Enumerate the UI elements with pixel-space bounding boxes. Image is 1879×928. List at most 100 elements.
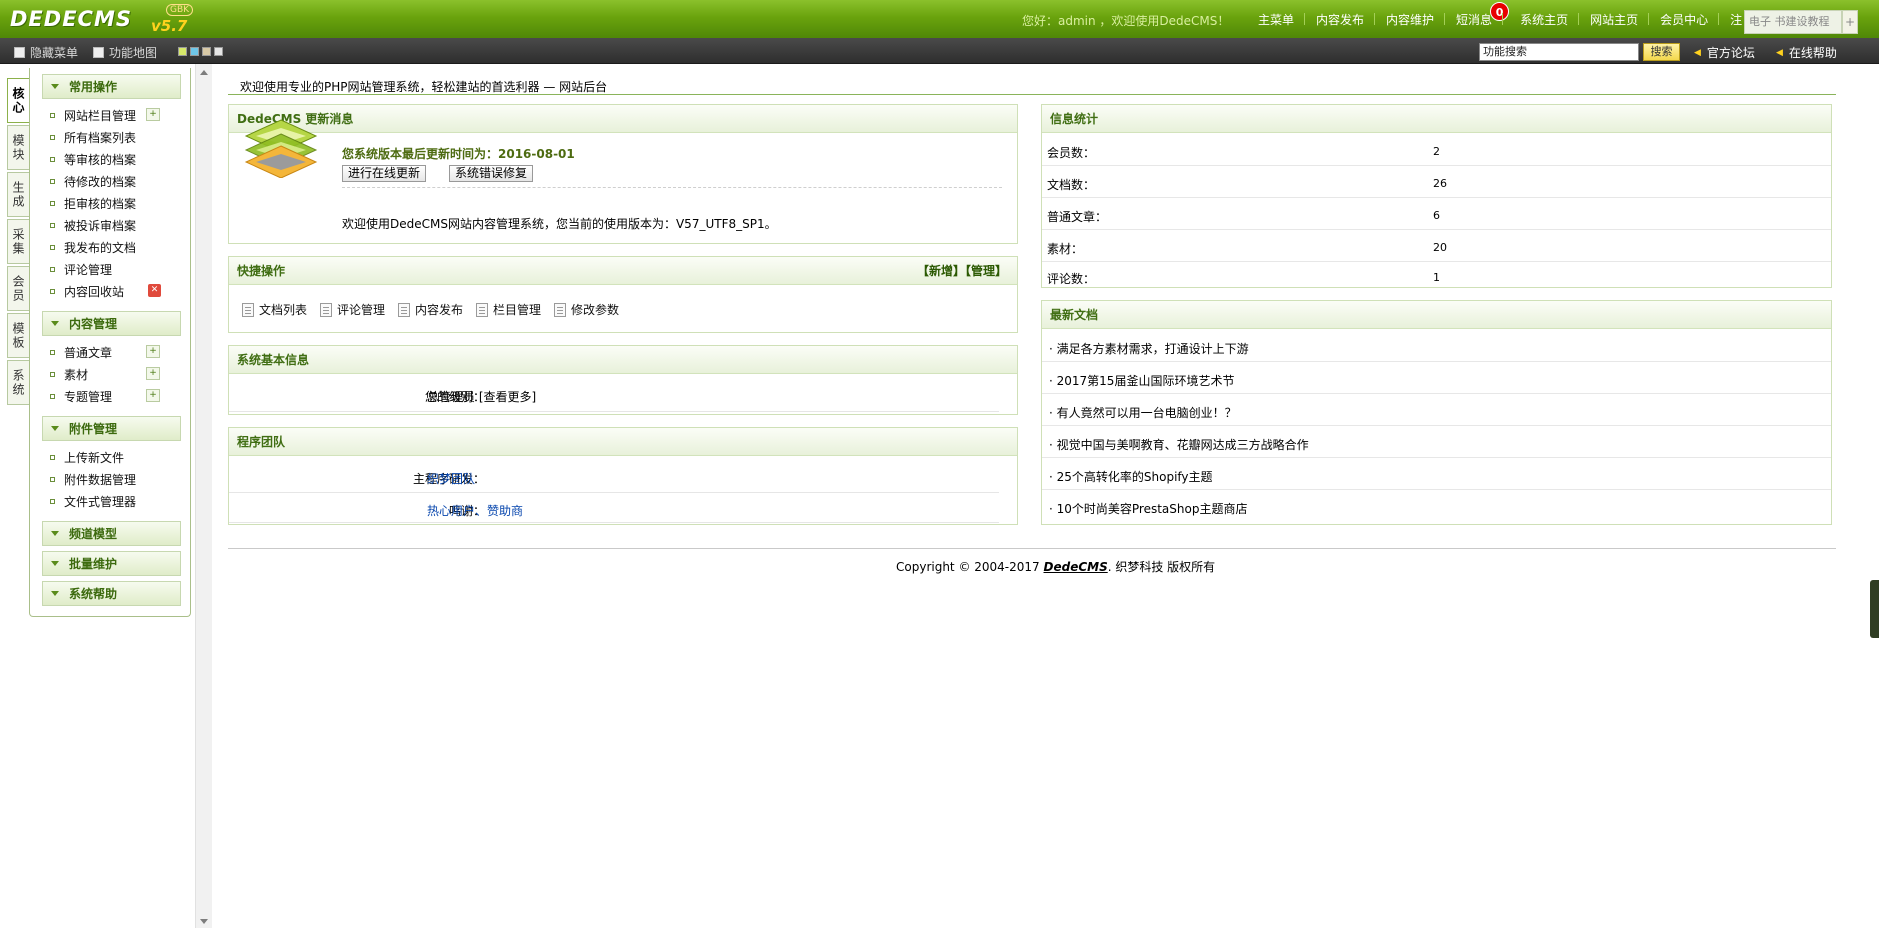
menu-item-my-docs[interactable]: 我发布的文档	[50, 238, 136, 256]
quick-doc-list[interactable]: 文档列表	[242, 301, 307, 318]
menu-item-material[interactable]: 素材	[50, 365, 88, 383]
stat-label: 评论数：	[1047, 272, 1096, 286]
stat-value: 20	[1433, 241, 1447, 254]
news-link[interactable]: · 有人竟然可以用一台电脑创业！？	[1049, 404, 1237, 421]
menu-item-all-archives[interactable]: 所有档案列表	[50, 128, 136, 146]
tab-template[interactable]: 模板	[7, 313, 29, 358]
menu-item-rejected-archives[interactable]: 拒审核的档案	[50, 194, 136, 212]
collapse-arrow-icon	[51, 591, 59, 596]
nav-member-center[interactable]: 会员中心	[1649, 11, 1720, 28]
copyright: Copyright © 2004-2017 DedeCMS. 织梦科技 版权所有	[896, 558, 1215, 575]
footer-divider	[228, 548, 1836, 549]
quick-columns[interactable]: 栏目管理	[476, 301, 541, 318]
menu-group-content[interactable]: 内容管理	[42, 311, 181, 336]
quick-actions-links[interactable]: 【新增】【管理】	[917, 257, 1007, 285]
menu-group-label: 附件管理	[69, 422, 118, 436]
version-text: 欢迎使用DedeCMS网站内容管理系统，您当前的使用版本为：V57_UTF8_S…	[342, 217, 777, 231]
swatch-1[interactable]	[178, 47, 187, 56]
news-link[interactable]: · 25个高转化率的Shopify主题	[1049, 468, 1213, 485]
quick-settings[interactable]: 修改参数	[554, 301, 619, 318]
greeting-text: 您好：admin ，欢迎使用DedeCMS！	[1022, 14, 1230, 28]
scroll-down-icon[interactable]	[200, 919, 208, 924]
menu-item-revise-archives[interactable]: 待修改的档案	[50, 172, 136, 190]
online-update-button[interactable]: 进行在线更新	[342, 165, 427, 182]
tab-member[interactable]: 会员	[7, 266, 29, 311]
menu-item-recycle-bin[interactable]: 内容回收站	[50, 282, 124, 300]
add-column-icon[interactable]: +	[146, 108, 160, 121]
swatch-3[interactable]	[202, 47, 211, 56]
copyright-brand-link[interactable]: DedeCMS	[1044, 560, 1108, 574]
quick-comments[interactable]: 评论管理	[320, 301, 385, 318]
ad-plus-button[interactable]: +	[1842, 10, 1858, 34]
hide-menu-button[interactable]: 隐藏菜单	[14, 44, 78, 61]
news-link[interactable]: · 2017第15届釜山国际环境艺术节	[1049, 372, 1234, 389]
menu-item-attachment-data[interactable]: 附件数据管理	[50, 470, 136, 488]
fix-errors-button[interactable]: 系统错误修复	[449, 165, 534, 182]
swatch-4[interactable]	[214, 47, 223, 56]
menu-item-upload[interactable]: 上传新文件	[50, 448, 124, 466]
menu-group-batch[interactable]: 批量维护	[42, 551, 181, 576]
menu-item-file-manager[interactable]: 文件式管理器	[50, 492, 136, 510]
menu-group-channel-model[interactable]: 频道模型	[42, 521, 181, 546]
menu-group-label: 内容管理	[69, 317, 118, 331]
nav-messages[interactable]: 短消息 0	[1445, 1, 1510, 28]
bullet-icon	[50, 371, 55, 377]
menu-item-column-manage[interactable]: 网站栏目管理	[50, 106, 136, 124]
menu-item-label: 我发布的文档	[64, 240, 137, 255]
function-search-input[interactable]: 功能搜索	[1479, 43, 1639, 61]
nav-content-maintain[interactable]: 内容维护	[1375, 11, 1446, 28]
tab-system[interactable]: 系统	[7, 360, 29, 405]
menu-item-label: 所有档案列表	[64, 130, 137, 145]
nav-system-home[interactable]: 系统主页	[1509, 11, 1580, 28]
news-item: · 有人竟然可以用一台电脑创业！？	[1042, 394, 1831, 426]
tab-core[interactable]: 核心	[7, 78, 29, 123]
menu-item-label: 等审核的档案	[64, 152, 137, 167]
menu-item-pending-archives[interactable]: 等审核的档案	[50, 150, 136, 168]
developer-link[interactable]: 织梦团队	[427, 470, 475, 487]
news-item: · 满足各方素材需求，打通设计上下游	[1042, 330, 1831, 362]
nav-content-publish[interactable]: 内容发布	[1305, 11, 1376, 28]
menu-item-comments[interactable]: 评论管理	[50, 260, 112, 278]
menu-item-article[interactable]: 普通文章	[50, 343, 112, 361]
side-float-tab[interactable]	[1870, 580, 1879, 638]
menu-item-topics[interactable]: 专题管理	[50, 387, 112, 405]
add-topic-icon[interactable]: +	[146, 389, 160, 402]
top-header: DEDECMS v5.7 GBK 您好：admin ，欢迎使用DedeCMS！ …	[0, 0, 1879, 38]
stat-row: 文档数： 26	[1042, 166, 1831, 198]
user-level-value[interactable]: 总管理员 [查看更多]	[427, 388, 536, 405]
add-article-icon[interactable]: +	[146, 345, 160, 358]
news-link[interactable]: · 视觉中国与美啊教育、花瓣网达成三方战略合作	[1049, 436, 1309, 453]
nav-site-home[interactable]: 网站主页	[1579, 11, 1650, 28]
bullet-icon	[50, 134, 55, 140]
thanks-link[interactable]: 热心用户、赞助商	[427, 502, 523, 519]
help-link[interactable]: ◀ 在线帮助	[1776, 44, 1837, 61]
stat-value: 6	[1433, 209, 1440, 222]
stat-value: 2	[1433, 145, 1440, 158]
menu-item-complained-archives[interactable]: 被投诉审档案	[50, 216, 136, 234]
tab-generate[interactable]: 生成	[7, 172, 29, 217]
forum-link[interactable]: ◀ 官方论坛	[1694, 44, 1755, 61]
scroll-up-icon[interactable]	[200, 70, 208, 75]
function-map-button[interactable]: 功能地图	[93, 44, 157, 61]
trash-icon[interactable]: ✕	[148, 284, 161, 297]
menu-group-common[interactable]: 常用操作	[42, 74, 181, 99]
swatch-2[interactable]	[190, 47, 199, 56]
news-item: · 2017第15届釜山国际环境艺术节	[1042, 362, 1831, 394]
news-link[interactable]: · 10个时尚美容PrestaShop主题商店	[1049, 500, 1247, 517]
menu-group-help[interactable]: 系统帮助	[42, 581, 181, 606]
menu-item-label: 待修改的档案	[64, 174, 137, 189]
menu-item-label: 上传新文件	[64, 450, 125, 465]
quick-publish[interactable]: 内容发布	[398, 301, 463, 318]
tab-collect[interactable]: 采集	[7, 219, 29, 264]
tab-module[interactable]: 模块	[7, 125, 29, 170]
nav-main-menu[interactable]: 主菜单	[1247, 11, 1306, 28]
menu-group-attachments[interactable]: 附件管理	[42, 416, 181, 441]
quick-actions-panel: 快捷操作 【新增】【管理】 文档列表 评论管理 内容发布 栏目管理 修改参数	[228, 256, 1018, 333]
update-cube-icon	[244, 119, 318, 178]
news-link[interactable]: · 满足各方素材需求，打通设计上下游	[1049, 340, 1249, 357]
search-button[interactable]: 搜索	[1643, 43, 1680, 61]
ad-box[interactable]: 电子 书建设教程	[1744, 10, 1842, 34]
add-material-icon[interactable]: +	[146, 367, 160, 380]
left-scrollbar[interactable]	[195, 64, 212, 928]
last-update-text: 您系统版本最后更新时间为：2016-08-01	[342, 147, 575, 161]
